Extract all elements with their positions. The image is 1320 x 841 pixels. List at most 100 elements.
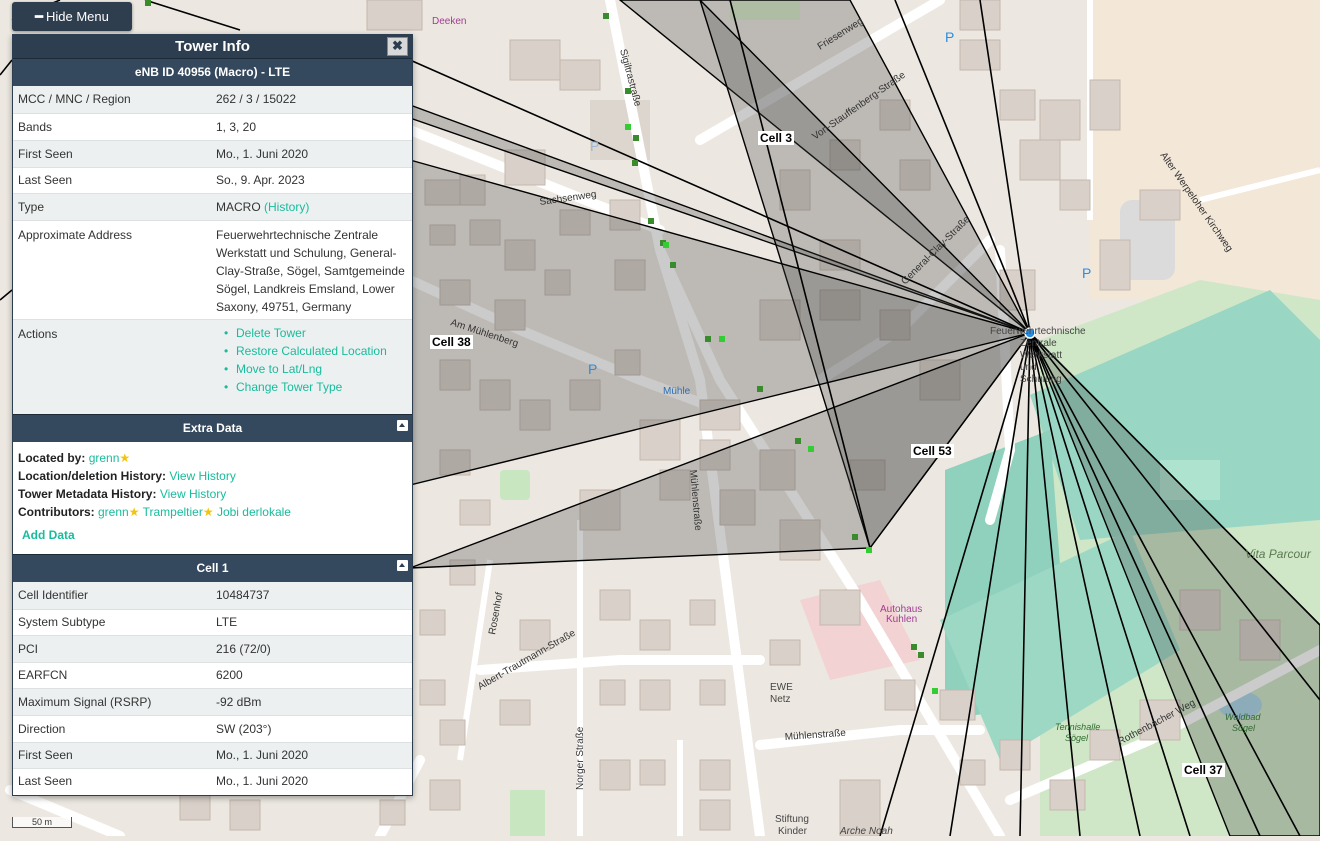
address-line: Werkstatt und Schulung, General-	[216, 245, 397, 260]
delete-tower-link[interactable]: Delete Tower	[224, 324, 407, 342]
address-line: Feuerwehrtechnische Zentrale	[216, 227, 379, 242]
svg-text:Feuerwehrtechnische: Feuerwehrtechnische	[990, 326, 1086, 337]
type-history-link[interactable]: (History)	[264, 200, 309, 214]
actions-list: Delete Tower Restore Calculated Location…	[216, 324, 407, 396]
row-value: Mo., 1. Juni 2020	[216, 146, 309, 161]
row-value: SW (203°)	[216, 721, 272, 736]
row-key: First Seen	[18, 146, 73, 161]
star-icon: ★	[202, 505, 214, 519]
row-value: Mo., 1. Juni 2020	[216, 748, 309, 762]
row-key: Maximum Signal (RSRP)	[18, 694, 152, 709]
svg-text:Sögel: Sögel	[1065, 733, 1089, 743]
svg-text:und: und	[1020, 362, 1037, 373]
collapse-icon[interactable]	[397, 560, 408, 571]
row-value: 10484737	[216, 588, 270, 603]
row-key: Type	[18, 199, 45, 214]
row-value: -92 dBm	[216, 694, 262, 709]
row-key: Direction	[18, 721, 66, 736]
row-value: 6200	[216, 668, 243, 682]
move-to-latlng-link[interactable]: Move to Lat/Lng	[224, 360, 407, 378]
row-value: MACRO (History)	[211, 193, 412, 220]
actions-cell: Delete Tower Restore Calculated Location…	[211, 319, 412, 414]
table-row: MCC / MNC / Region 262 / 3 / 15022	[13, 86, 412, 113]
map-scale: 50 m	[12, 817, 72, 828]
svg-text:P: P	[1082, 265, 1091, 281]
cell-label[interactable]: Cell 38	[430, 335, 473, 349]
row-key: Approximate Address	[18, 227, 133, 242]
table-row: EARFCN 6200	[13, 662, 412, 688]
minus-icon: ━	[35, 8, 43, 24]
svg-text:Sögel: Sögel	[1232, 723, 1256, 733]
hide-menu-label: Hide Menu	[45, 9, 109, 24]
row-key: Bands	[18, 119, 53, 134]
collapse-icon[interactable]	[397, 420, 408, 431]
change-tower-type-link[interactable]: Change Tower Type	[224, 378, 407, 396]
address-line: Sögel, Landkreis Emsland, Lower	[216, 281, 395, 296]
cell-label[interactable]: Cell 37	[1182, 763, 1225, 777]
table-row: Bands 1, 3, 20	[13, 113, 412, 140]
svg-text:Kinder: Kinder	[778, 826, 808, 836]
table-row: Last Seen Mo., 1. Juni 2020	[13, 768, 412, 794]
table-row: Actions Delete Tower Restore Calculated …	[13, 319, 412, 414]
close-icon[interactable]: ✖	[387, 37, 408, 56]
contributors-row: Contributors: grenn★ Trampeltier★ Jobi d…	[18, 503, 407, 521]
row-value: LTE	[216, 615, 238, 629]
user-link[interactable]: grenn	[89, 451, 120, 465]
star-icon: ★	[119, 451, 131, 465]
row-key: PCI	[18, 641, 39, 656]
view-history-link[interactable]: View History	[160, 487, 226, 501]
svg-text:Schulung: Schulung	[1020, 374, 1062, 385]
contributor-link[interactable]: Trampeltier	[143, 505, 203, 519]
svg-text:EWE: EWE	[770, 682, 793, 693]
address-line: Clay-Straße, Sögel, Samtgemeinde	[216, 263, 405, 278]
tower-info-table: MCC / MNC / Region 262 / 3 / 15022 Bands…	[13, 86, 412, 414]
table-row: PCI 216 (72/0)	[13, 635, 412, 662]
row-value: Mo., 1. Juni 2020	[216, 774, 309, 789]
located-by-row: Located by: grenn★	[18, 449, 407, 467]
panel-title-bar: Tower Info ✖	[13, 35, 412, 58]
row-key: Actions	[18, 326, 58, 341]
view-history-link[interactable]: View History	[169, 469, 235, 483]
table-row: Type MACRO (History)	[13, 193, 412, 220]
svg-text:Stiftung: Stiftung	[775, 814, 809, 825]
contributor-link[interactable]: grenn	[98, 505, 129, 519]
row-key: System Subtype	[18, 615, 106, 629]
svg-text:Zentrale: Zentrale	[1020, 338, 1057, 349]
cell-label[interactable]: Cell 53	[911, 444, 954, 458]
cell-label[interactable]: Cell 3	[758, 131, 795, 145]
svg-text:Arche Noah: Arche Noah	[839, 826, 893, 836]
table-row: Maximum Signal (RSRP) -92 dBm	[13, 688, 412, 715]
location-history-row: Location/deletion History: View History	[18, 467, 407, 485]
table-row: Last Seen So., 9. Apr. 2023	[13, 167, 412, 193]
add-data-button[interactable]: Add Data	[22, 525, 403, 545]
cell-info-table: Cell Identifier 10484737 System Subtype …	[13, 582, 412, 794]
svg-text:Norger Straße: Norger Straße	[575, 726, 586, 790]
contributor-link[interactable]: Jobi derlokale	[217, 505, 291, 519]
restore-location-link[interactable]: Restore Calculated Location	[224, 342, 407, 360]
extra-data-header: Extra Data	[13, 414, 412, 442]
contributors-label: Contributors:	[18, 505, 95, 519]
row-key: First Seen	[18, 748, 73, 762]
row-key: EARFCN	[18, 668, 68, 682]
metadata-history-row: Tower Metadata History: View History	[18, 485, 407, 503]
svg-text:P: P	[590, 138, 599, 154]
svg-text:P: P	[588, 361, 597, 377]
row-value: 1, 3, 20	[216, 119, 257, 134]
panel-title: Tower Info	[175, 38, 250, 55]
row-key: MCC / MNC / Region	[18, 92, 131, 107]
table-row: Direction SW (203°)	[13, 715, 412, 742]
location-history-label: Location/deletion History:	[18, 469, 167, 483]
svg-text:Vita Parcour: Vita Parcour	[1245, 547, 1312, 561]
type-value: MACRO	[216, 199, 261, 214]
tower-info-panel: Tower Info ✖ eNB ID 40956 (Macro) - LTE …	[12, 34, 413, 796]
located-by-label: Located by:	[18, 451, 86, 465]
svg-text:Kuhlen: Kuhlen	[886, 614, 917, 625]
row-value: 262 / 3 / 15022	[216, 92, 297, 107]
cell-title: Cell 1	[196, 561, 229, 575]
hide-menu-button[interactable]: ━ Hide Menu	[12, 2, 132, 31]
svg-text:Tennishalle: Tennishalle	[1055, 722, 1100, 732]
extra-data-section: Located by: grenn★ Location/deletion His…	[13, 442, 412, 554]
metadata-history-label: Tower Metadata History:	[18, 487, 157, 501]
svg-text:Deeken: Deeken	[432, 16, 466, 27]
svg-text:Mühle: Mühle	[663, 386, 691, 397]
